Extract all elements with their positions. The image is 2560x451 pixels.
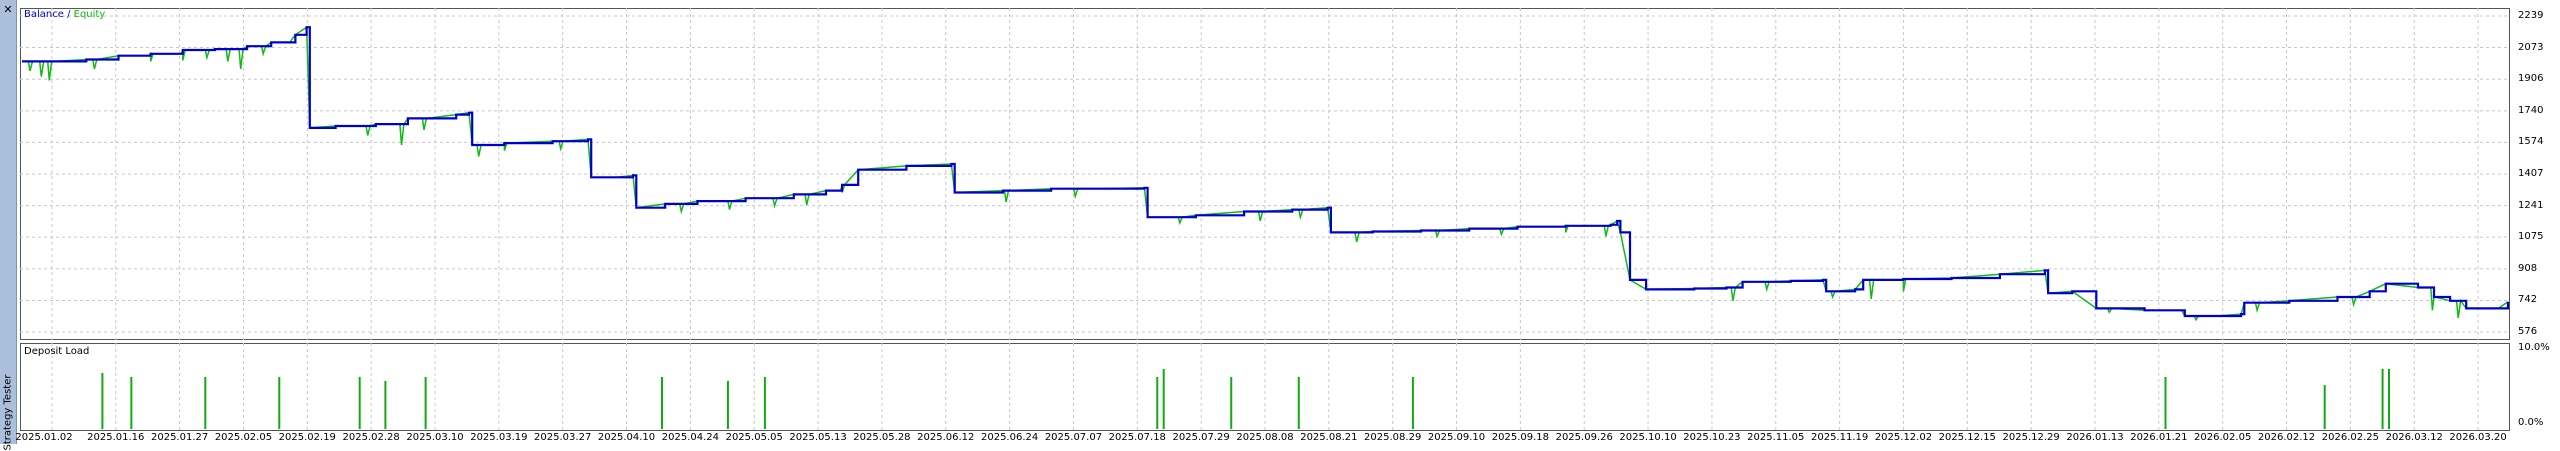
- x-tick-label: 2025.07.07: [1044, 432, 1103, 443]
- x-tick-label: 2025.03.10: [406, 432, 464, 443]
- x-tick-label: 2025.09.26: [1555, 432, 1613, 443]
- x-tick-label: 2025.11.05: [1747, 432, 1805, 443]
- x-tick-label: 2025.03.19: [470, 432, 528, 443]
- x-tick-label: 2025.05.05: [725, 432, 783, 443]
- x-tick-label: 2025.08.21: [1300, 432, 1358, 443]
- y-tick-label: 576: [2518, 326, 2538, 337]
- y-tick-label: 742: [2518, 294, 2538, 306]
- x-tick-label: 2026.03.20: [2449, 432, 2507, 443]
- x-tick-label: 2025.02.28: [342, 432, 400, 443]
- x-tick-label: 2025.08.29: [1364, 432, 1422, 443]
- x-tick-label: 2025.03.27: [534, 432, 592, 443]
- x-tick-label: 2025.09.10: [1427, 432, 1486, 443]
- y-tick-label: 1740: [2518, 104, 2544, 116]
- x-tick-label: 2026.02.05: [2194, 432, 2252, 443]
- main-y-axis: 2239 2073 1906 1740 1574 1407 1241 1075 908 742 57…: [2510, 8, 2560, 340]
- x-tick-label: 2025.06.12: [917, 432, 975, 443]
- x-tick-label: 2025.05.28: [853, 432, 911, 443]
- x-tick-label: 2026.02.25: [2321, 432, 2380, 443]
- x-tick-label: 2025.05.13: [789, 432, 847, 443]
- x-tick-label: 2026.01.21: [2130, 432, 2188, 443]
- x-tick-label: 2025.01.27: [150, 432, 209, 443]
- x-tick-label: 2025.04.24: [661, 432, 720, 443]
- x-tick-label: 2025.08.08: [1236, 432, 1294, 443]
- x-tick-label: 2025.10.23: [1683, 432, 1741, 443]
- x-tick-label: 2025.01.02: [15, 432, 73, 443]
- x-tick-label: 2025.02.05: [214, 432, 273, 443]
- deposit-load-title: Deposit Load: [24, 346, 90, 357]
- y-tick-label: 1574: [2518, 136, 2544, 148]
- y-tick-label: 1241: [2518, 199, 2544, 211]
- x-tick-label: 2025.10.10: [1619, 432, 1677, 443]
- time-axis: 2025.01.02 2025.01.16 2025.01.27 2025.02.05…: [15, 432, 2510, 444]
- x-tick-label: 2025.01.16: [87, 432, 145, 443]
- side-panel-title: Strategy Tester: [2, 374, 14, 451]
- y-tick-label: 1906: [2518, 73, 2544, 85]
- x-tick-label: 2025.02.19: [278, 432, 336, 443]
- close-icon[interactable]: ✕: [2, 4, 14, 16]
- legend-separator: /: [63, 9, 74, 20]
- x-tick-label: 2025.07.29: [1172, 432, 1230, 443]
- x-tick-label: 2026.03.12: [2385, 432, 2443, 443]
- deposit-load-chart[interactable]: [20, 343, 2510, 431]
- x-tick-label: 2026.01.13: [2066, 432, 2124, 443]
- deposit-y-tick-label: 10.0%: [2518, 342, 2550, 353]
- y-tick-label: 2073: [2518, 41, 2544, 53]
- strategy-tester-side-panel: ✕ Strategy Tester: [0, 0, 17, 451]
- x-tick-label: 2026.02.12: [2257, 432, 2316, 443]
- y-tick-label: 2239: [2518, 10, 2544, 21]
- x-tick-label: 2025.04.10: [597, 432, 656, 443]
- deposit-y-axis: 10.0% 0.0%: [2510, 343, 2560, 431]
- x-tick-label: 2025.09.18: [1491, 432, 1550, 443]
- x-tick-label: 2025.12.29: [2002, 432, 2060, 443]
- y-tick-label: 1075: [2518, 231, 2544, 243]
- x-tick-label: 2025.07.18: [1108, 432, 1166, 443]
- x-tick-label: 2025.06.24: [980, 432, 1039, 443]
- balance-equity-chart[interactable]: [20, 8, 2510, 340]
- x-tick-label: 2025.12.15: [1938, 432, 1996, 443]
- x-tick-label: 2025.12.02: [1874, 432, 1933, 443]
- legend-balance: Balance: [24, 9, 64, 20]
- x-tick-label: 2025.11.19: [1810, 432, 1869, 443]
- deposit-y-tick-label: 0.0%: [2518, 417, 2544, 428]
- y-tick-label: 908: [2518, 262, 2538, 274]
- y-tick-label: 1407: [2518, 168, 2544, 180]
- legend-equity: Equity: [73, 9, 106, 20]
- chart-legend: Balance / Equity: [24, 9, 105, 20]
